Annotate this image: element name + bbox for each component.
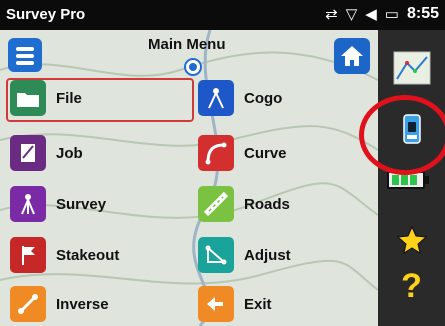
toolbar-map-view[interactable] bbox=[378, 48, 445, 88]
page-title: Main Menu bbox=[148, 36, 226, 53]
menu-item-label: Inverse bbox=[56, 295, 109, 313]
menu-item-cogo[interactable]: Cogo bbox=[198, 76, 282, 120]
menu-item-label: Adjust bbox=[244, 246, 291, 264]
menu-item-label: Curve bbox=[244, 144, 287, 162]
menu-item-curve[interactable]: Curve bbox=[198, 131, 287, 175]
menu-line bbox=[16, 54, 34, 58]
menu-item-adjust[interactable]: Adjust bbox=[198, 233, 291, 277]
menu-item-label: File bbox=[56, 89, 82, 107]
menu-item-job[interactable]: Job bbox=[10, 131, 83, 175]
status-area: ⇄ ▽ ◀ ▭ 8:55 bbox=[325, 5, 439, 23]
title-bar: Survey Pro ⇄ ▽ ◀ ▭ 8:55 bbox=[0, 0, 445, 30]
home-button[interactable] bbox=[334, 38, 370, 74]
menu-line bbox=[16, 61, 34, 65]
curve-icon bbox=[198, 135, 234, 171]
menu-item-stakeout[interactable]: Stakeout bbox=[10, 233, 119, 277]
adjust-icon bbox=[198, 237, 234, 273]
main-menu-panel: Main Menu File Job Survey Stakeout Inver… bbox=[0, 30, 378, 326]
battery-status-icon: ▭ bbox=[384, 6, 399, 23]
inverse-icon bbox=[10, 286, 46, 322]
menu-line bbox=[16, 47, 34, 51]
menu-item-label: Roads bbox=[244, 195, 290, 213]
menu-item-label: Stakeout bbox=[56, 246, 120, 264]
toolbar-favorites[interactable] bbox=[378, 220, 445, 260]
survey-icon bbox=[10, 186, 46, 222]
menu-item-file[interactable]: File bbox=[10, 76, 82, 120]
menu-item-exit[interactable]: Exit bbox=[198, 282, 272, 326]
help-icon: ? bbox=[401, 266, 422, 305]
signal-off-icon: ▽ bbox=[345, 6, 358, 23]
favorites-star-icon bbox=[396, 225, 427, 255]
home-icon bbox=[341, 46, 363, 66]
menu-item-inverse[interactable]: Inverse bbox=[10, 282, 109, 326]
menu-item-label: Job bbox=[56, 144, 83, 162]
menu-item-label: Cogo bbox=[244, 89, 283, 107]
sync-icon: ⇄ bbox=[325, 6, 338, 23]
page-indicator-dot bbox=[184, 58, 202, 76]
app-title: Survey Pro bbox=[6, 6, 86, 23]
exit-back-arrow-icon bbox=[198, 286, 234, 322]
roads-icon bbox=[198, 186, 234, 222]
job-icon bbox=[10, 135, 46, 171]
menu-list-button[interactable] bbox=[8, 38, 42, 72]
menu-item-survey[interactable]: Survey bbox=[10, 182, 106, 226]
stakeout-flag-icon bbox=[10, 237, 46, 273]
folder-icon bbox=[10, 80, 46, 116]
volume-icon: ◀ bbox=[365, 6, 377, 23]
highlight-circle bbox=[359, 95, 445, 175]
menu-item-label: Survey bbox=[56, 195, 107, 213]
clock: 8:55 bbox=[406, 5, 439, 22]
cogo-compass-icon bbox=[198, 80, 234, 116]
map-view-icon bbox=[393, 51, 430, 85]
toolbar-help[interactable]: ? bbox=[378, 262, 445, 310]
menu-item-label: Exit bbox=[244, 295, 272, 313]
menu-item-roads[interactable]: Roads bbox=[198, 182, 290, 226]
